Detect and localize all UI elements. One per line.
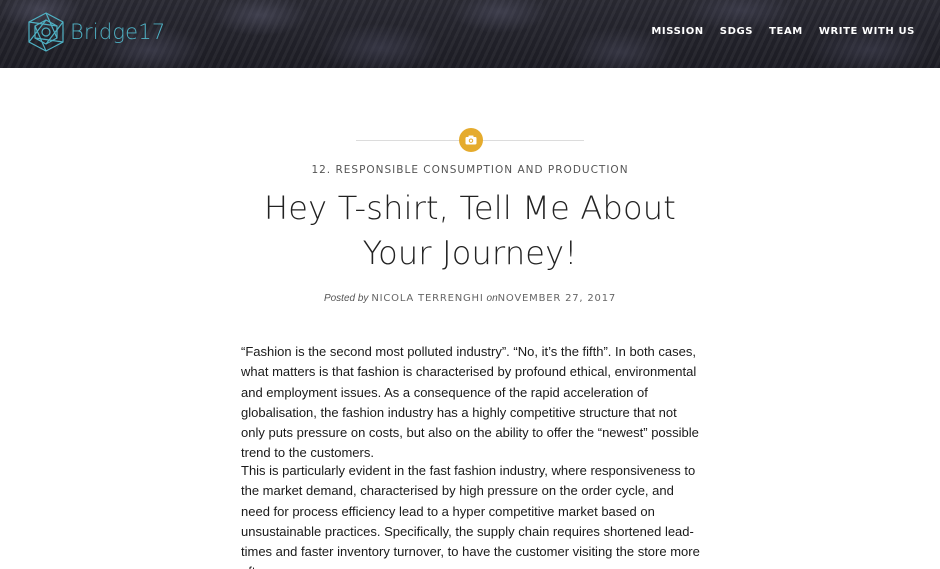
on-label: on: [486, 293, 498, 304]
article-paragraph-2: This is particularly evident in the fast…: [241, 463, 700, 569]
post-format-badge[interactable]: [459, 128, 483, 152]
author-link[interactable]: NICOLA TERRENGHI: [371, 293, 483, 304]
article-paragraph-1: “Fashion is the second most polluted ind…: [241, 344, 699, 461]
site-logo[interactable]: Bridge17: [24, 10, 165, 54]
network-logo-icon: [28, 12, 64, 52]
post-title-line-2: Your Journey!: [362, 234, 578, 272]
post-format-divider: [356, 128, 584, 152]
main-nav: MISSION SDGS TEAM WRITE WITH US: [651, 26, 915, 37]
post-date-link[interactable]: NOVEMBER 27, 2017: [498, 293, 616, 304]
post-category-link[interactable]: 12. RESPONSIBLE CONSUMPTION AND PRODUCTI…: [0, 164, 940, 176]
post-meta: Posted by NICOLA TERRENGHI onNOVEMBER 27…: [0, 292, 940, 304]
posted-by-label: Posted by: [323, 293, 369, 304]
post-title: Hey T-shirt, Tell Me About Your Journey!: [200, 186, 740, 276]
nav-item-write-with-us[interactable]: WRITE WITH US: [819, 26, 915, 37]
nav-item-team[interactable]: TEAM: [769, 26, 803, 37]
logo-text: Bridge17: [70, 20, 166, 44]
nav-item-mission[interactable]: MISSION: [651, 26, 703, 37]
nav-item-sdgs[interactable]: SDGS: [720, 26, 753, 37]
post-title-line-1: Hey T-shirt, Tell Me About: [264, 189, 676, 227]
camera-icon: [465, 135, 477, 145]
site-header: Bridge17 MISSION SDGS TEAM WRITE WITH US: [0, 0, 940, 68]
